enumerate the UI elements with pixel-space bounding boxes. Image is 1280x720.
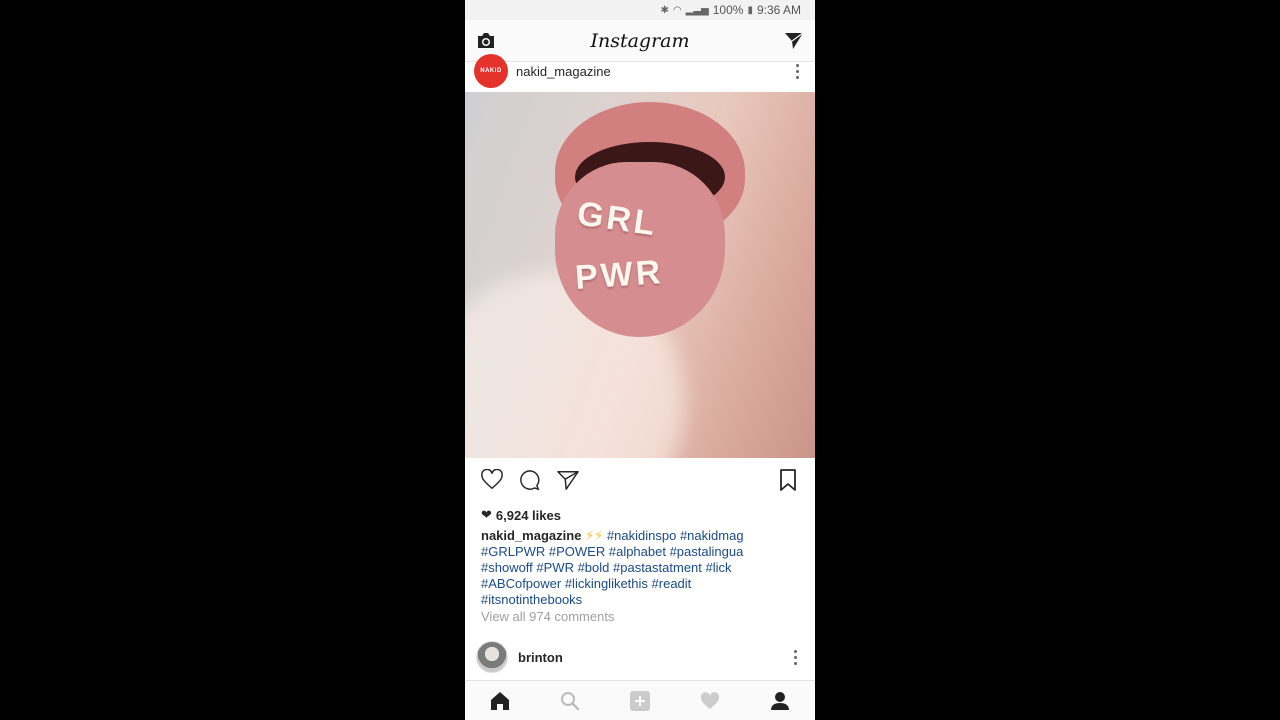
heart-icon[interactable] [481, 469, 503, 491]
signal-icon: ▂▃▅ [685, 4, 709, 16]
next-post-header: brinton [465, 640, 815, 674]
caption-hashtags-4[interactable]: #ABCofpower #lickinglikethis #readit [481, 576, 691, 591]
add-icon[interactable] [628, 689, 652, 713]
direct-message-icon[interactable] [783, 30, 805, 52]
more-options-icon[interactable] [788, 60, 806, 82]
battery-icon: ▮ [747, 4, 753, 16]
image-text-pwr: PWR [573, 252, 665, 298]
phone-screen: ✱ ◠ ▂▃▅ 100% ▮ 9:36 AM Instagram NAKID n… [465, 0, 815, 720]
share-icon[interactable] [557, 469, 579, 491]
likes-text: 6,924 likes [495, 507, 561, 523]
activity-icon[interactable] [698, 689, 722, 713]
post-image[interactable]: GRL PWR [465, 92, 815, 458]
post-username[interactable]: nakid_magazine [516, 64, 611, 79]
profile-icon[interactable] [768, 689, 792, 713]
avatar[interactable] [476, 641, 508, 673]
post-header: NAKID nakid_magazine [465, 54, 815, 88]
search-icon[interactable] [558, 689, 582, 713]
caption-username[interactable]: nakid_magazine [481, 528, 581, 543]
view-comments-link[interactable]: View all 974 comments [481, 609, 614, 624]
avatar[interactable]: NAKID [474, 54, 508, 88]
bluetooth-icon: ✱ [660, 4, 669, 16]
caption-emoji: ⚡⚡ [585, 528, 604, 543]
camera-icon[interactable] [475, 30, 497, 52]
caption-hashtags-3[interactable]: #showoff #PWR #bold #pastastatment #lick [481, 560, 732, 575]
caption-hashtags-5[interactable]: #itsnotinthebooks [481, 592, 582, 607]
bottom-nav [465, 680, 815, 720]
comment-icon[interactable] [519, 469, 541, 491]
heart-filled-icon: ❤ [481, 507, 492, 522]
caption-hashtags-2[interactable]: #GRLPWR #POWER #alphabet #pastalingua [481, 544, 743, 559]
status-bar: ✱ ◠ ▂▃▅ 100% ▮ 9:36 AM [465, 0, 815, 20]
likes-count[interactable]: ❤ 6,924 likes [481, 507, 561, 523]
bookmark-icon[interactable] [777, 469, 799, 491]
more-options-icon[interactable] [786, 646, 804, 668]
wifi-icon: ◠ [672, 4, 682, 16]
app-title: Instagram [590, 30, 690, 52]
clock: 9:36 AM [756, 3, 801, 17]
battery-level: 100% [712, 3, 744, 17]
home-icon[interactable] [488, 689, 512, 713]
post-caption: nakid_magazine ⚡⚡ #nakidinspo #nakidmag … [481, 528, 806, 608]
next-post-username[interactable]: brinton [518, 650, 563, 665]
post-actions [465, 464, 815, 496]
caption-hashtags-1[interactable]: #nakidinspo #nakidmag [607, 528, 744, 543]
